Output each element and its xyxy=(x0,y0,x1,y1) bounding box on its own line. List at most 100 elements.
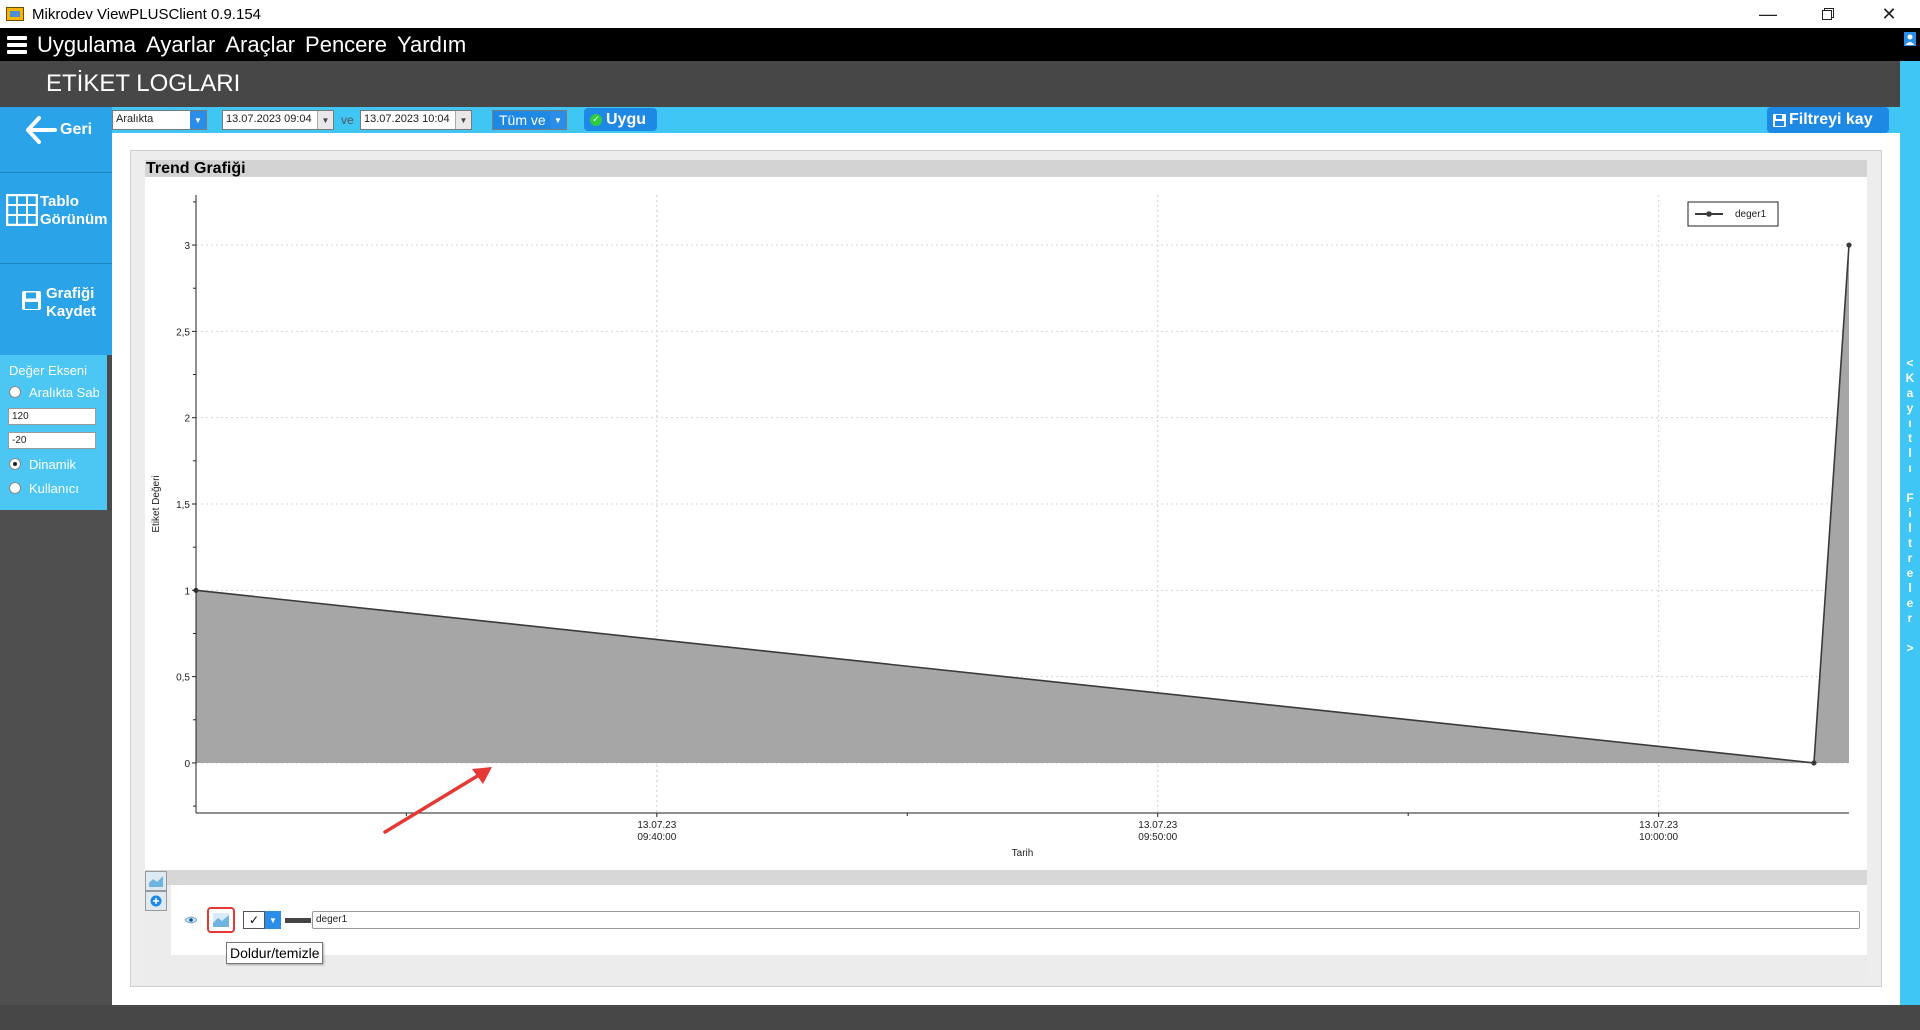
saved-filters-letter: l xyxy=(1908,581,1912,595)
add-series-button[interactable] xyxy=(145,891,167,911)
series-point xyxy=(1811,760,1817,766)
plus-circle-icon xyxy=(150,895,162,907)
saved-filters-letter: y xyxy=(1906,401,1914,415)
annotation-arrow-icon xyxy=(383,767,492,834)
restore-button[interactable] xyxy=(1805,0,1851,28)
saved-filters-letter: a xyxy=(1906,386,1914,400)
x-tick-date: 13.07.23 xyxy=(1138,820,1177,831)
fill-clear-button[interactable] xyxy=(207,907,235,933)
line-style-button[interactable]: ✓ xyxy=(243,911,265,929)
saved-filters-letter: < xyxy=(1906,356,1914,370)
saved-filters-letter: F xyxy=(1906,491,1914,505)
y-tick-label: 0 xyxy=(184,759,190,770)
start-date-value: 13.07.2023 09:04 xyxy=(226,113,312,125)
main-content: Trend Grafiği 3 2,5 2 1,5 1 0,5 0 13.07.23 09:40… xyxy=(112,133,1900,1005)
saved-filters-letter xyxy=(1900,476,1920,491)
table-view-button[interactable]: Tablo Görünüm xyxy=(0,173,112,263)
radio-range-fixed[interactable] xyxy=(9,386,21,398)
page-title: ETİKET LOGLARI xyxy=(46,70,241,97)
end-date-picker[interactable]: 13.07.2023 10:04 ▼ xyxy=(360,110,472,130)
value-axis-panel: Değer Ekseni Aralıkta Sab 120 -20 Dinami… xyxy=(0,355,107,510)
close-icon: ✕ xyxy=(1881,3,1897,24)
saved-filters-letter: i xyxy=(1908,506,1912,520)
menu-uygulama[interactable]: Uygulama xyxy=(37,32,136,58)
app-window: Mikrodev ViewPLUSClient 0.9.154 — ✕ Uygu… xyxy=(0,0,1920,1030)
sidebar-empty-area xyxy=(0,510,112,1005)
restore-icon xyxy=(1822,8,1834,20)
floppy-disk-icon xyxy=(1773,113,1786,127)
menu-yardim[interactable]: Yardım xyxy=(397,32,466,58)
radio-dynamic[interactable] xyxy=(9,458,21,470)
x-tick-time: 10:00:00 xyxy=(1639,832,1678,843)
series-color-swatch[interactable] xyxy=(285,918,311,923)
save-filter-label: Filtreyi kay xyxy=(1789,111,1873,128)
range-mode-value: Aralıkta xyxy=(116,113,154,125)
axis-min-input[interactable]: -20 xyxy=(8,432,96,449)
radio-user-label: Kullanıcı xyxy=(29,481,79,496)
close-button[interactable]: ✕ xyxy=(1866,0,1912,28)
legend-label: deger1 xyxy=(1735,209,1767,220)
saved-filters-letter: r xyxy=(1907,611,1913,625)
saved-filters-letter: t xyxy=(1908,536,1912,550)
saved-filters-collapse-bar[interactable]: < Ka y ı t l ı Filtreler > xyxy=(1900,61,1920,1005)
save-chart-label-line1: Grafiği xyxy=(46,285,95,302)
apply-label: Uygu xyxy=(606,110,646,128)
x-tick-date: 13.07.23 xyxy=(1639,820,1678,831)
saved-filters-label: < Ka y ı t l ı Filtreler > xyxy=(1900,356,1920,656)
title-bar: Mikrodev ViewPLUSClient 0.9.154 — ✕ xyxy=(0,0,1920,28)
saved-filters-letter xyxy=(1900,626,1920,641)
pen-icon: ✓ xyxy=(248,913,260,927)
menu-bar: Uygulama Ayarlar Araçlar Pencere Yardım xyxy=(0,28,1920,61)
range-mode-select[interactable]: Aralıkta ▼ xyxy=(112,110,207,130)
table-view-label-line1: Tablo xyxy=(40,193,79,210)
saved-filters-letter: K xyxy=(1905,371,1915,385)
saved-filters-letter: l xyxy=(1908,521,1912,535)
hamburger-menu-icon[interactable] xyxy=(7,35,27,54)
saved-filters-letter: r xyxy=(1907,551,1913,565)
fill-clear-tooltip: Doldur/temizle xyxy=(226,942,324,964)
menu-araclar[interactable]: Araçlar xyxy=(225,32,295,58)
series-row: ✓ ▼ deger1 xyxy=(171,885,1867,955)
saved-filters-letter: ı xyxy=(1908,416,1912,430)
minimize-button[interactable]: — xyxy=(1745,0,1791,28)
save-filter-button[interactable]: Filtreyi kay xyxy=(1767,107,1889,133)
scope-select[interactable]: Tüm ve ▼ xyxy=(492,110,567,130)
line-style-dropdown[interactable]: ▼ xyxy=(265,911,281,929)
eye-icon[interactable] xyxy=(185,916,197,924)
axis-max-input[interactable]: 120 xyxy=(8,408,96,425)
table-view-label-line2: Görünüm xyxy=(40,211,108,228)
y-tick-label: 3 xyxy=(184,241,190,252)
saved-filters-letter: e xyxy=(1906,566,1914,580)
area-chart-toggle[interactable] xyxy=(145,871,167,891)
start-date-picker[interactable]: 13.07.2023 09:04 ▼ xyxy=(222,110,334,130)
app-logo-icon xyxy=(6,7,24,21)
series-editor-panel: ✓ ▼ deger1 xyxy=(145,885,1867,983)
menu-pencere[interactable]: Pencere xyxy=(305,32,387,58)
minimize-icon: — xyxy=(1759,3,1777,24)
x-tick-time: 09:50:00 xyxy=(1138,832,1177,843)
saved-filters-letter: e xyxy=(1906,596,1914,610)
saved-filters-letter: l xyxy=(1908,446,1912,460)
floppy-disk-icon xyxy=(22,291,41,310)
saved-filters-letter: t xyxy=(1908,431,1912,445)
window-title: Mikrodev ViewPLUSClient 0.9.154 xyxy=(32,5,262,23)
left-sidebar: Geri Tablo Görünüm Grafiği Kaydet xyxy=(0,107,112,355)
save-chart-label-line2: Kaydet xyxy=(46,303,97,320)
y-tick-label: 2,5 xyxy=(176,327,190,338)
saved-filters-letter: ı xyxy=(1908,461,1912,475)
radio-user[interactable] xyxy=(9,482,21,494)
save-chart-button[interactable]: Grafiği Kaydet xyxy=(0,264,112,355)
range-connector: ve xyxy=(341,113,354,127)
back-button[interactable]: Geri xyxy=(0,107,112,172)
menu-ayarlar[interactable]: Ayarlar xyxy=(146,32,215,58)
filter-toolbar: Aralıkta ▼ 13.07.2023 09:04 ▼ ve 13.07.2… xyxy=(112,107,1900,133)
apply-button[interactable]: ✓ Uygu xyxy=(584,108,657,131)
area-chart-icon xyxy=(149,876,163,887)
check-icon: ✓ xyxy=(590,113,602,126)
chevron-down-icon: ▼ xyxy=(269,915,277,925)
series-name-input[interactable]: deger1 xyxy=(312,911,1860,929)
user-icon[interactable] xyxy=(1904,32,1916,46)
series-point xyxy=(1846,242,1852,248)
back-arrow-icon xyxy=(26,116,57,144)
chevron-down-icon: ▼ xyxy=(550,111,566,129)
